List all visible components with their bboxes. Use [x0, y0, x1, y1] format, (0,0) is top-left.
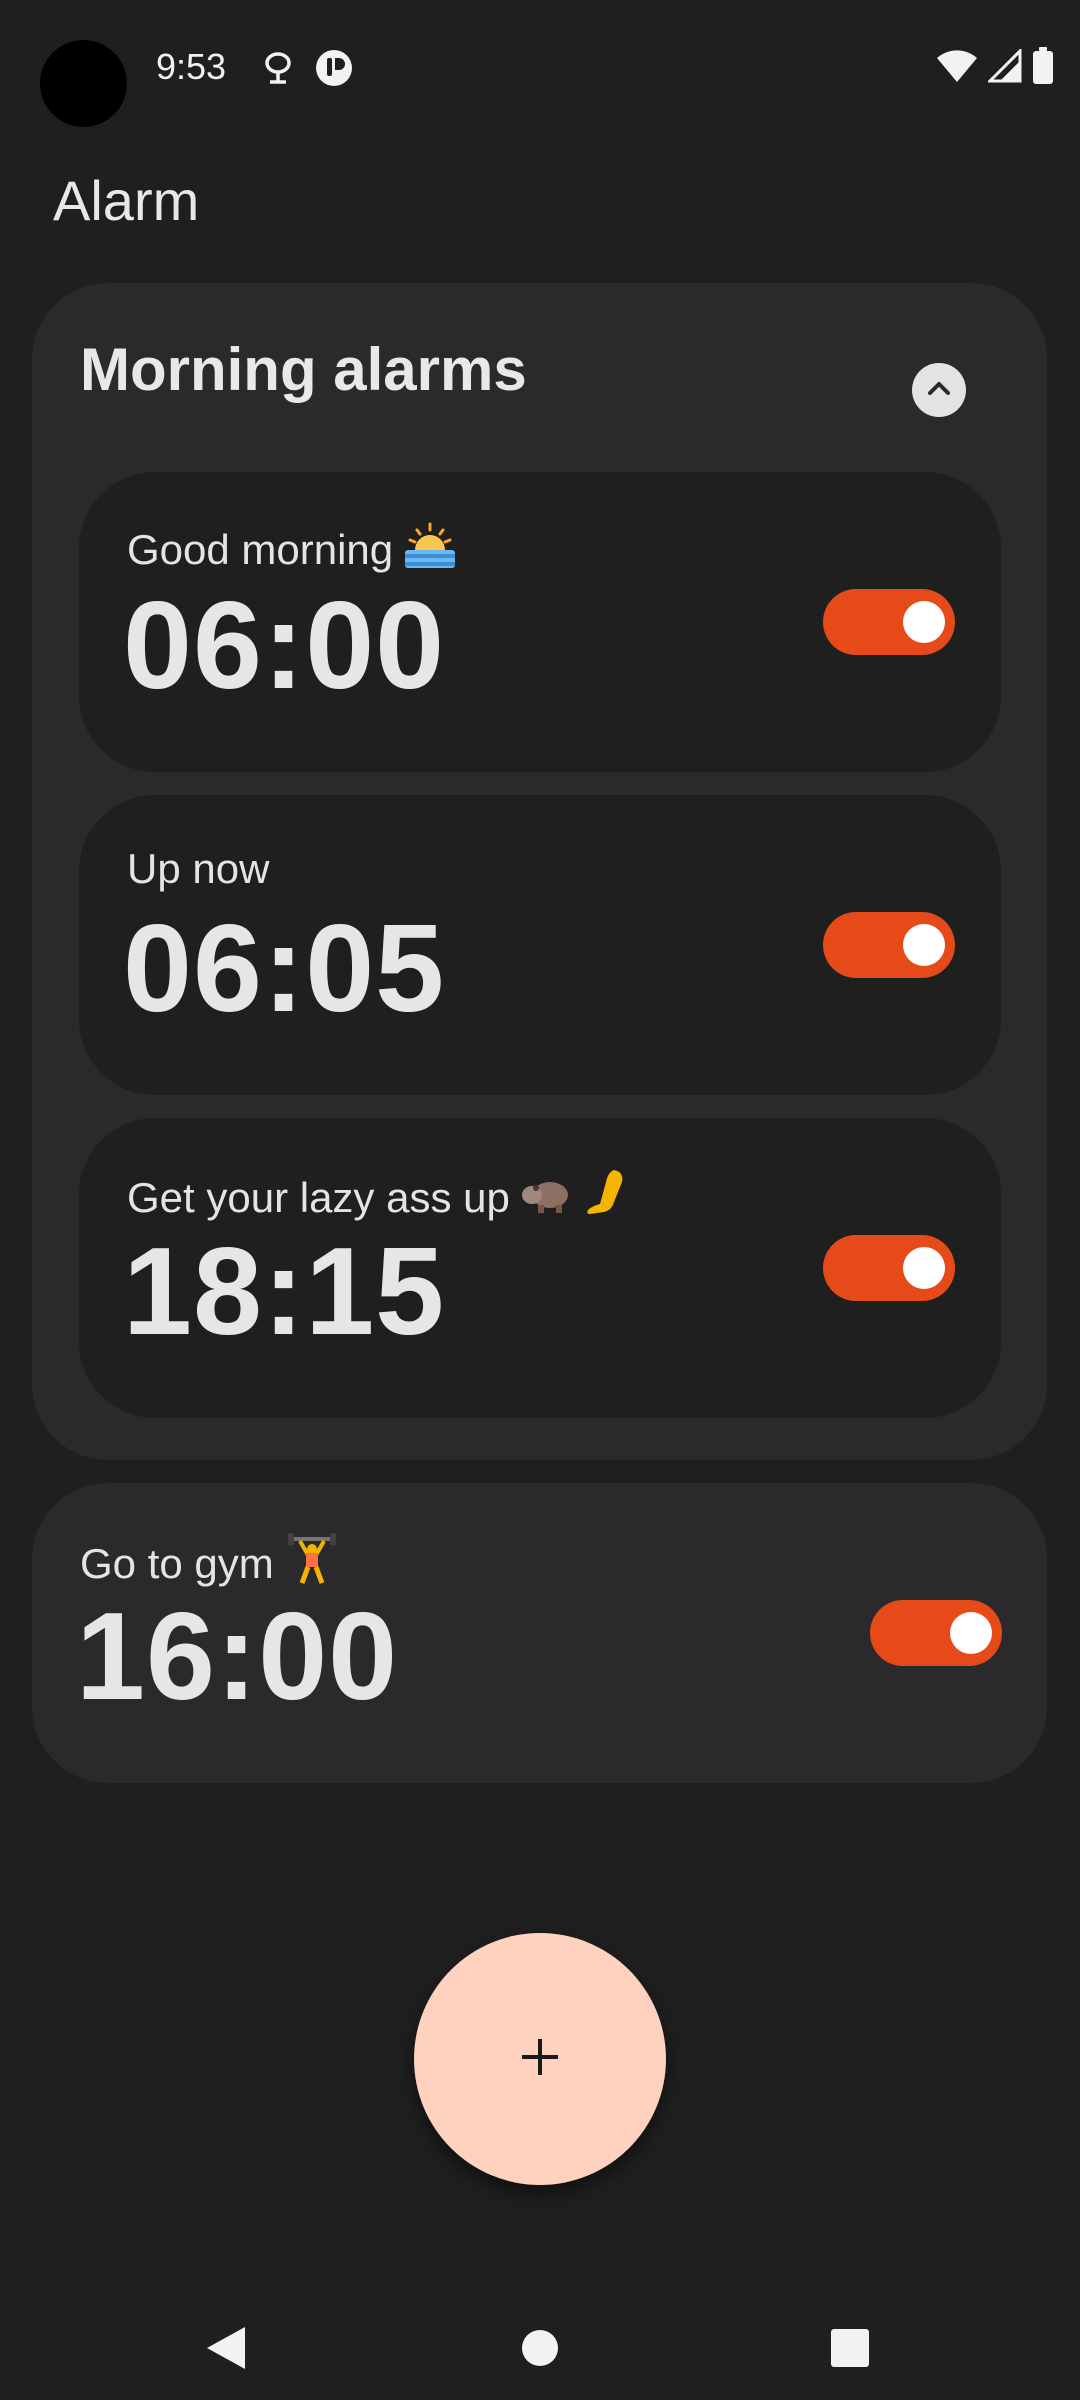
alarm-time: 18:15 — [123, 1223, 446, 1361]
weightlifter-emoji-icon — [286, 1533, 338, 1595]
toggle-knob — [950, 1612, 992, 1654]
alarm-item[interactable]: Get your lazy ass up 18:15 — [79, 1118, 1001, 1418]
alarm-time: 06:05 — [123, 900, 446, 1038]
alarm-item[interactable]: Good morning 06:00 — [79, 472, 1001, 772]
group-title: Morning alarms — [80, 336, 527, 403]
recents-square-icon — [830, 2328, 870, 2373]
toggle-knob — [903, 601, 945, 643]
battery-icon — [1032, 46, 1054, 90]
alarm-toggle[interactable] — [823, 912, 955, 978]
hippo-emoji-icon — [521, 1173, 572, 1223]
alarm-label: Go to gym — [80, 1533, 338, 1595]
back-triangle-icon — [205, 2325, 247, 2376]
alarm-time: 06:00 — [123, 577, 446, 715]
status-bar: 9:53 — [0, 0, 1080, 130]
status-time: 9:53 — [156, 46, 227, 87]
alarm-toggle[interactable] — [823, 589, 955, 655]
camera-cutout — [40, 40, 127, 127]
wifi-icon — [936, 49, 978, 88]
chevron-up-icon — [926, 378, 952, 403]
back-button[interactable] — [190, 2314, 262, 2386]
page-title: Alarm — [53, 169, 200, 232]
status-right-icons — [936, 46, 1054, 90]
alarm-group-card: Morning alarms Good morning 06:00 Up now… — [32, 283, 1047, 1460]
alarm-toggle[interactable] — [823, 1235, 955, 1301]
alarm-label-text: Go to gym — [80, 1540, 274, 1587]
recents-button[interactable] — [814, 2314, 886, 2386]
alarm-label-text: Up now — [127, 845, 270, 892]
sunrise-emoji-icon — [405, 522, 456, 578]
home-button[interactable] — [504, 2314, 576, 2386]
alarm-item[interactable]: Go to gym 16:00 — [32, 1483, 1047, 1783]
alarm-label-text: Get your lazy ass up — [127, 1174, 510, 1221]
tree-icon — [258, 48, 298, 88]
leg-emoji-icon — [584, 1168, 630, 1228]
alarm-label: Get your lazy ass up — [127, 1168, 630, 1228]
alarm-time: 16:00 — [76, 1588, 399, 1726]
navigation-bar — [0, 2300, 1080, 2400]
alarm-screen: 9:53 Alarm Morning alarms Good morning 0… — [0, 0, 1080, 2400]
alarm-label-text: Good morning — [127, 526, 394, 573]
app-notification-icon — [314, 48, 354, 88]
alarm-label: Up now — [127, 845, 269, 893]
add-alarm-button[interactable] — [414, 1933, 666, 2185]
alarm-label: Good morning — [127, 522, 456, 578]
cellular-signal-icon — [986, 46, 1022, 88]
collapse-button[interactable] — [912, 363, 966, 417]
alarm-toggle[interactable] — [870, 1600, 1002, 1666]
plus-icon — [520, 2037, 560, 2082]
toggle-knob — [903, 1247, 945, 1289]
alarm-item[interactable]: Up now 06:05 — [79, 795, 1001, 1095]
home-circle-icon — [520, 2328, 560, 2373]
toggle-knob — [903, 924, 945, 966]
